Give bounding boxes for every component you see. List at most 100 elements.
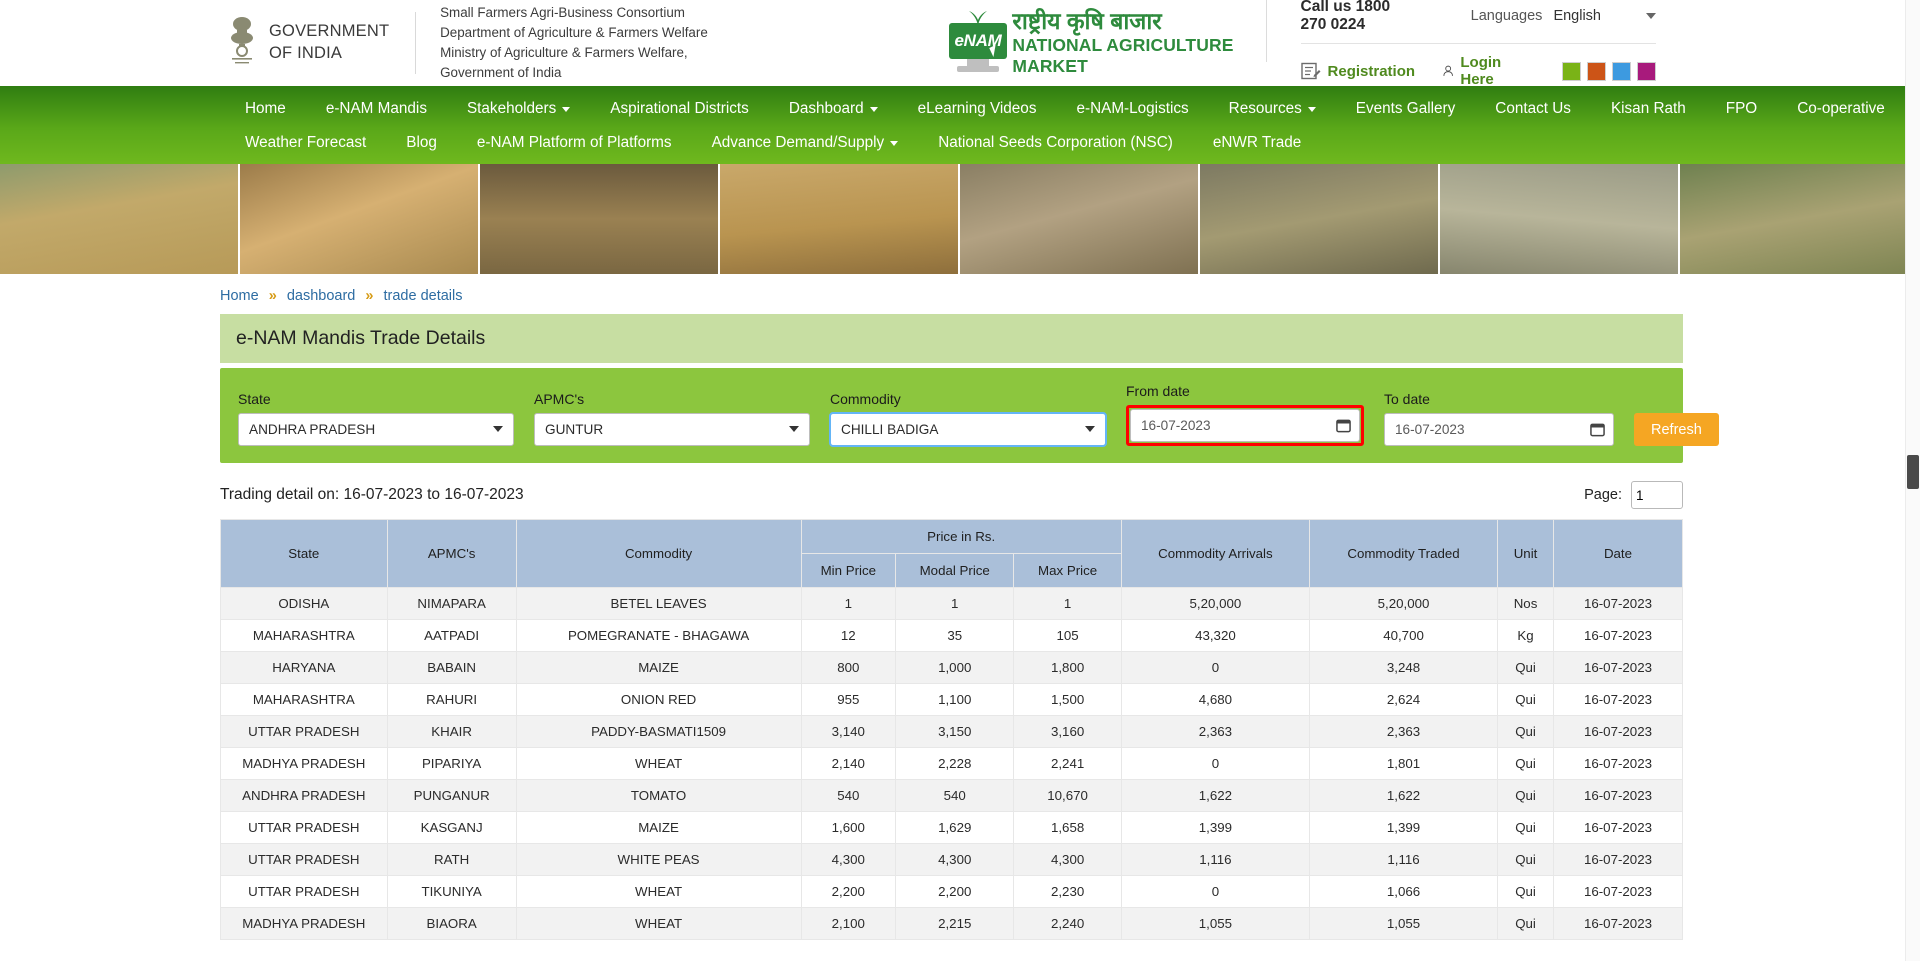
cell-min-price: 2,100	[800, 907, 897, 940]
calendar-icon[interactable]	[1590, 421, 1605, 437]
apmc-select[interactable]: GUNTUR	[534, 413, 810, 446]
th-commodity: Commodity	[515, 519, 802, 588]
trade-details-table: State APMC's Commodity Price in Rs. Comm…	[220, 519, 1684, 940]
nav-item-advance-demand-supply[interactable]: Advance Demand/Supply	[692, 126, 919, 160]
nav-item-kisan-rath[interactable]: Kisan Rath	[1591, 92, 1706, 126]
theme-swatches[interactable]	[1562, 61, 1656, 81]
swatch-orange[interactable]	[1587, 61, 1606, 81]
nav-row-primary: Home e-NAM Mandis Stakeholders Aspirational…	[0, 92, 1920, 126]
table-row: HARYANA BABAIN MAIZE 800 1,000 1,800 0 3,248 Qui…	[220, 651, 1684, 684]
vertical-scrollbar[interactable]	[1905, 0, 1920, 961]
filter-bar: State ANDHRA PRADESH APMC's GUNTUR Commo…	[220, 368, 1719, 463]
breadcrumb-home[interactable]: Home	[220, 288, 259, 304]
cell-apmc: RAHURI	[386, 683, 517, 716]
cell-state: UTTAR PRADESH	[220, 843, 388, 876]
cell-commodity: PADDY-BASMATI1509	[515, 715, 802, 748]
call-us-text: Call us 1800 270 0224	[1300, 0, 1391, 33]
cell-modal-price: 2,200	[895, 875, 1015, 908]
nav-item-stakeholders[interactable]: Stakeholders	[447, 92, 590, 126]
page-select[interactable]: 1	[1631, 481, 1683, 509]
government-of-india-block: GOVERNMENT OF INDIA	[225, 15, 415, 71]
nav-item-fpo[interactable]: FPO	[1706, 92, 1777, 126]
nav-item-national-seeds-corporation-nsc[interactable]: National Seeds Corporation (NSC)	[918, 126, 1193, 160]
state-select[interactable]: ANDHRA PRADESH	[238, 413, 514, 446]
cell-commodity: WHEAT	[515, 907, 802, 940]
breadcrumb-dashboard[interactable]: dashboard	[287, 288, 356, 304]
cell-commodity: MAIZE	[515, 811, 802, 844]
nav-item-e-nam-mandis[interactable]: e-NAM Mandis	[306, 92, 447, 126]
enam-logo[interactable]: eNAM राष्ट्रीय कृषि बाजार NATIONAL AGRIC…	[945, 9, 1266, 76]
logo-hindi-text: राष्ट्रीय कृषि बाजार	[1012, 8, 1162, 35]
cell-commodity: WHEAT	[515, 747, 802, 780]
cell-modal-price: 1	[895, 587, 1015, 620]
cell-date: 16-07-2023	[1552, 843, 1684, 876]
chevron-down-icon	[890, 140, 899, 146]
header-right: Call us 1800 270 0224 Languages English	[1265, 0, 1920, 88]
table-row: MAHARASHTRA AATPADI POMEGRANATE - BHAGAWA 1…	[220, 619, 1684, 652]
cell-traded: 2,624	[1308, 683, 1499, 716]
nav-item-enwr-trade[interactable]: eNWR Trade	[1193, 126, 1321, 160]
nav-item-blog[interactable]: Blog	[386, 126, 457, 160]
goi-text: GOVERNMENT OF INDIA	[269, 21, 389, 65]
cell-traded: 3,248	[1308, 651, 1499, 684]
cell-max-price: 1,658	[1013, 811, 1122, 844]
sfac-line-3: Ministry of Agriculture & Farmers Welfar…	[440, 45, 688, 81]
swatch-green[interactable]	[1562, 61, 1581, 81]
cell-min-price: 800	[800, 651, 897, 684]
cell-apmc: BIAORA	[386, 907, 517, 940]
refresh-button[interactable]: Refresh	[1634, 413, 1719, 446]
cell-unit: Qui	[1497, 683, 1554, 716]
banner-photo	[0, 164, 240, 274]
cell-modal-price: 35	[895, 619, 1015, 652]
scrollbar-thumb[interactable]	[1907, 455, 1919, 489]
header-divider-1	[415, 12, 417, 74]
table-row: MADHYA PRADESH BIAORA WHEAT 2,100 2,215 2,240…	[220, 907, 1684, 940]
logo-english-text: NATIONAL AGRICULTURE MARKET	[1012, 34, 1234, 76]
nav-item-resources[interactable]: Resources	[1209, 92, 1336, 126]
th-traded: Commodity Traded	[1308, 519, 1499, 588]
cell-min-price: 4,300	[800, 843, 897, 876]
trade-details-panel: e-NAM Mandis Trade Details State ANDHRA …	[220, 314, 1719, 940]
nav-item-weather-forecast[interactable]: Weather Forecast	[225, 126, 386, 160]
from-date-input[interactable]	[1130, 409, 1360, 442]
nav-item-contact-us[interactable]: Contact Us	[1475, 92, 1591, 126]
table-row: UTTAR PRADESH KASGANJ MAIZE 1,600 1,629 1,658…	[220, 811, 1684, 844]
swatch-blue[interactable]	[1612, 61, 1631, 81]
th-min-price: Min Price	[800, 553, 897, 588]
nav-item-e-nam-platform-of-platforms[interactable]: e-NAM Platform of Platforms	[457, 126, 692, 160]
nav-item-elearning-videos[interactable]: eLearning Videos	[898, 92, 1057, 126]
table-row: UTTAR PRADESH KHAIR PADDY-BASMATI1509 3,140…	[220, 715, 1684, 748]
registration-link[interactable]: Registration	[1300, 62, 1415, 80]
cell-state: ANDHRA PRADESH	[220, 779, 388, 812]
chevron-down-icon[interactable]	[1646, 13, 1656, 19]
chevron-down-icon	[562, 106, 571, 112]
to-date-input[interactable]	[1384, 413, 1614, 446]
cell-apmc: KHAIR	[386, 715, 517, 748]
cell-date: 16-07-2023	[1552, 619, 1684, 652]
commodity-select[interactable]: CHILLI BADIGA	[829, 412, 1107, 447]
sfac-line-1: Small Farmers Agri-Business Consortium	[440, 4, 685, 20]
user-icon	[1443, 65, 1453, 76]
cell-modal-price: 2,215	[895, 907, 1015, 940]
nav-item-dashboard[interactable]: Dashboard	[769, 92, 898, 126]
nav-item-aspirational-districts[interactable]: Aspirational Districts	[590, 92, 769, 126]
cell-max-price: 2,230	[1013, 875, 1122, 908]
banner-photo	[1440, 164, 1680, 274]
nav-item-e-nam-logistics[interactable]: e-NAM-Logistics	[1056, 92, 1208, 126]
calendar-icon[interactable]	[1336, 417, 1351, 433]
login-link[interactable]: Login Here	[1443, 54, 1508, 88]
results-header: Trading detail on: 16-07-2023 to 16-07-2…	[220, 481, 1683, 509]
nav-item-home[interactable]: Home	[225, 92, 306, 126]
cell-apmc: AATPADI	[386, 619, 517, 652]
swatch-purple[interactable]	[1637, 61, 1656, 81]
language-selector[interactable]: Languages English	[1471, 8, 1656, 24]
nav-item-co-operative[interactable]: Co-operative	[1777, 92, 1905, 126]
cell-unit: Qui	[1497, 779, 1554, 812]
cell-modal-price: 540	[895, 779, 1015, 812]
cell-max-price: 1,800	[1013, 651, 1122, 684]
breadcrumb-separator-icon: »	[268, 288, 277, 304]
nav-item-events-gallery[interactable]: Events Gallery	[1336, 92, 1475, 126]
header-divider-2	[1265, 0, 1267, 62]
chevron-down-icon	[1307, 106, 1316, 112]
cell-min-price: 1	[800, 587, 897, 620]
